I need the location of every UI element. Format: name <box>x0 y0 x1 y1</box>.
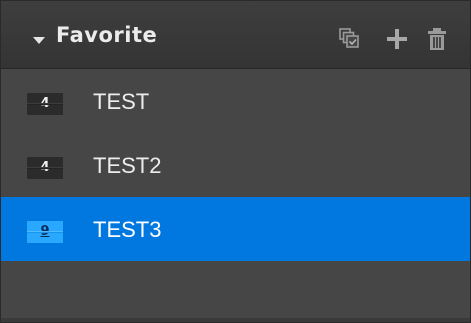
caret-down-icon[interactable] <box>33 37 45 44</box>
favorite-panel: Favorite 4 TEST 4 TEST2 9 TEST3 <box>0 0 471 323</box>
favorite-item-label: TEST3 <box>93 217 162 242</box>
copy-check-icon[interactable] <box>337 27 361 51</box>
favorite-item[interactable]: 4 TEST <box>1 69 470 133</box>
favorite-item[interactable]: 4 TEST2 <box>1 133 470 197</box>
channel-badge: 4 <box>27 93 63 115</box>
add-icon[interactable] <box>385 27 409 51</box>
channel-badge: 4 <box>27 157 63 179</box>
trash-icon[interactable] <box>425 27 449 51</box>
favorite-item-label: TEST <box>93 89 150 114</box>
favorite-item-label: TEST2 <box>93 153 162 178</box>
panel-header: Favorite <box>1 1 470 69</box>
panel-title: Favorite <box>56 23 158 47</box>
channel-badge: 9 <box>27 221 63 243</box>
favorite-item-selected[interactable]: 9 TEST3 <box>1 197 470 261</box>
panel-bottom-edge <box>1 318 470 322</box>
